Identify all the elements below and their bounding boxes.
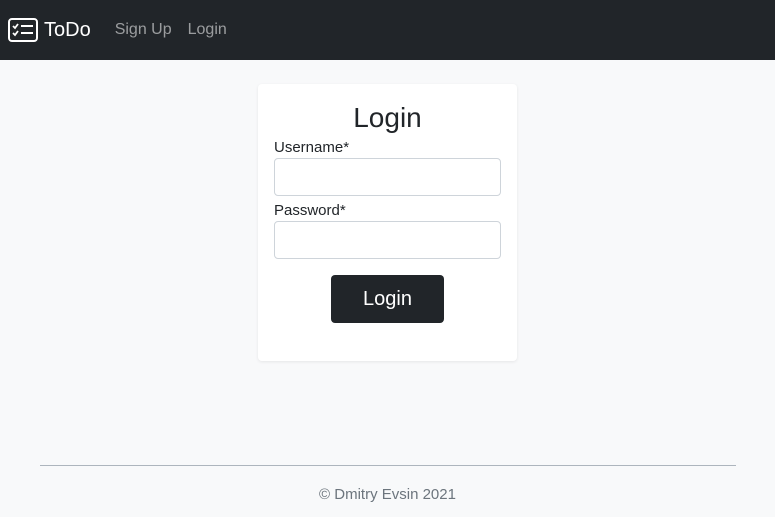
nav-link-sign-up[interactable]: Sign Up xyxy=(115,21,172,39)
top-navbar: ToDo Sign Up Login xyxy=(0,0,775,60)
username-label: Username* xyxy=(274,139,350,156)
card-checklist-icon xyxy=(8,18,38,42)
footer-divider xyxy=(40,465,736,466)
login-card: Login Username* Password* Login xyxy=(258,84,517,361)
page-title: Login xyxy=(353,102,422,133)
password-label: Password* xyxy=(274,202,346,219)
footer-copyright: © Dmitry Evsin 2021 xyxy=(319,486,456,503)
brand-name: ToDo xyxy=(44,18,91,41)
username-input[interactable] xyxy=(274,158,501,196)
password-input[interactable] xyxy=(274,221,501,259)
login-button[interactable]: Login xyxy=(331,275,444,323)
nav-link-login[interactable]: Login xyxy=(188,21,227,39)
submit-row: Login xyxy=(274,275,501,323)
brand-link[interactable]: ToDo xyxy=(8,18,91,42)
